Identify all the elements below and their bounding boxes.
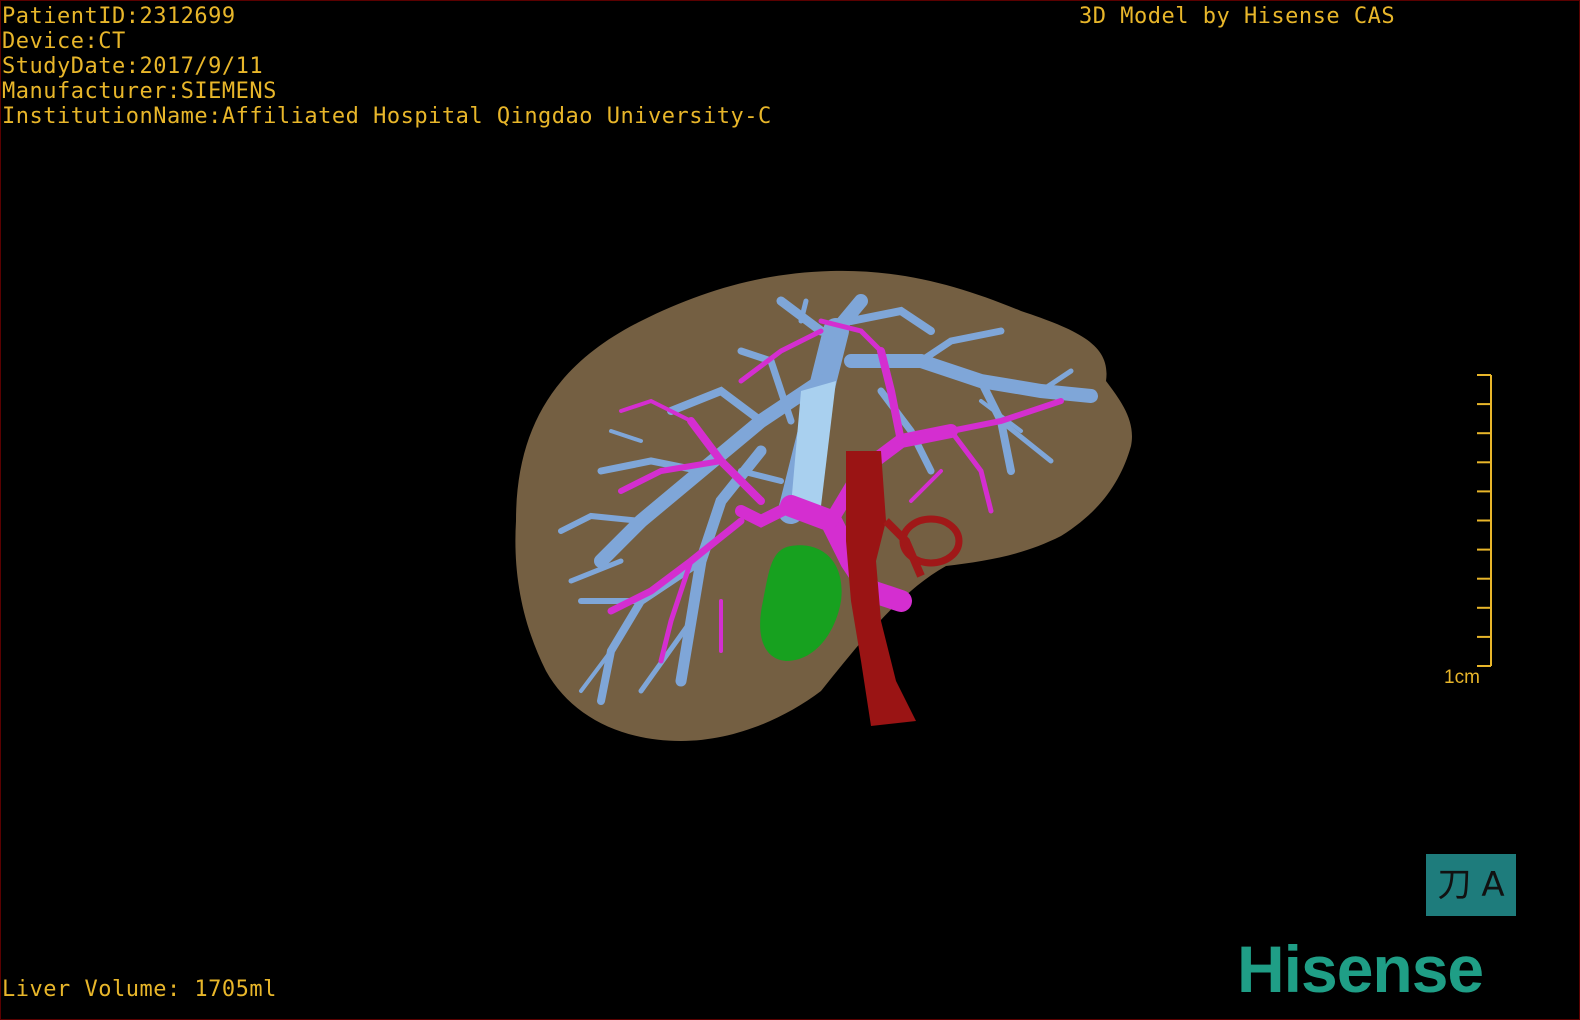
patient-id: PatientID:2312699 bbox=[2, 4, 236, 29]
manufacturer: Manufacturer:SIEMENS bbox=[2, 79, 277, 104]
anterior-view-icon[interactable]: A bbox=[1481, 868, 1504, 902]
hisense-logo: Hisense bbox=[1237, 932, 1484, 1006]
3d-viewport[interactable]: PatientID:2312699 Device:CT StudyDate:20… bbox=[0, 0, 1580, 1020]
scale-bar bbox=[1477, 374, 1492, 667]
institution-name: InstitutionName:Affiliated Hospital Qing… bbox=[2, 104, 772, 129]
liver-3d-model[interactable] bbox=[1, 1, 1579, 1019]
study-date: StudyDate:2017/9/11 bbox=[2, 54, 264, 79]
knife-icon[interactable]: 刀 bbox=[1437, 868, 1471, 902]
device: Device:CT bbox=[2, 29, 126, 54]
liver-volume: Liver Volume: 1705ml bbox=[2, 977, 277, 1002]
view-toggle-button[interactable]: 刀 A bbox=[1426, 854, 1516, 916]
scale-label: 1cm bbox=[1444, 667, 1480, 688]
model-credit: 3D Model by Hisense CAS bbox=[1079, 4, 1396, 29]
